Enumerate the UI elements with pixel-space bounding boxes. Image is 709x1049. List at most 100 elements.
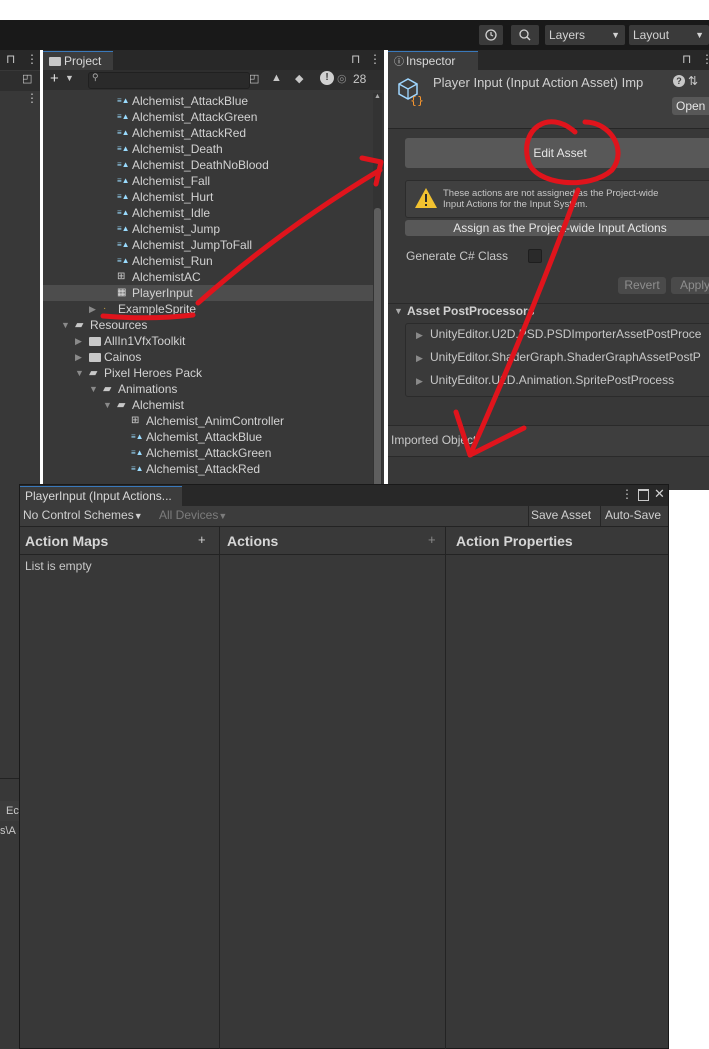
tree-item[interactable]: ▼ ▰ Resources: [43, 317, 373, 333]
tree-item[interactable]: ≡▲ Alchemist_Jump: [43, 221, 373, 237]
create-menu-icon[interactable]: ◰: [22, 72, 32, 85]
tree-item[interactable]: ≡▲ Alchemist_AttackRed: [43, 461, 373, 477]
search-input[interactable]: ⚲: [88, 72, 250, 89]
add-action-map-button[interactable]: +: [198, 532, 206, 547]
settings-sliders-icon[interactable]: ⇅: [688, 74, 698, 88]
window-title-tab[interactable]: PlayerInput (Input Actions...: [20, 486, 182, 506]
tree-item-label: Alchemist_Jump: [132, 222, 221, 236]
assign-project-wide-button[interactable]: Assign as the Project-wide Input Actions: [405, 220, 709, 236]
generate-class-label: Generate C# Class: [406, 249, 509, 263]
scrollbar[interactable]: ▲: [373, 93, 382, 490]
lock-icon[interactable]: ⊓: [6, 52, 15, 66]
animation-clip-icon: ≡▲: [117, 240, 130, 249]
add-button[interactable]: +: [50, 71, 59, 87]
layers-dropdown[interactable]: Layers ▼: [545, 25, 625, 45]
expanded-icon[interactable]: ▼: [61, 317, 75, 333]
postprocessor-item[interactable]: ▶ UnityEditor.ShaderGraph.ShaderGraphAsse…: [416, 349, 701, 365]
collapsed-icon[interactable]: ▶: [89, 301, 103, 317]
animator-controller-icon: ⊞: [117, 271, 126, 282]
devices-dropdown[interactable]: All Devices▼: [159, 508, 227, 522]
tree-item[interactable]: ▼ ▰ Alchemist: [43, 397, 373, 413]
lock-icon[interactable]: ⊓: [351, 52, 360, 66]
chevron-down-icon[interactable]: ▼: [65, 73, 74, 83]
save-asset-button[interactable]: Save Asset: [531, 508, 591, 522]
kebab-icon[interactable]: ⋮: [701, 52, 709, 66]
filter-icon[interactable]: ▲: [271, 72, 282, 84]
close-icon[interactable]: ✕: [654, 486, 665, 502]
search-button[interactable]: [511, 25, 539, 45]
tree-item[interactable]: ▼ ▰ Animations: [43, 381, 373, 397]
tree-item[interactable]: ≡▲ Alchemist_JumpToFall: [43, 237, 373, 253]
search-icon: [519, 29, 531, 41]
apply-button[interactable]: Apply: [671, 277, 709, 294]
console-tab[interactable]: Ec: [0, 801, 20, 821]
postprocessor-item[interactable]: ▶ UnityEditor.U2D.Animation.SpritePostPro…: [416, 372, 674, 388]
kebab-icon[interactable]: ⋮: [26, 52, 38, 66]
animation-clip-icon: ≡▲: [117, 176, 130, 185]
tree-item[interactable]: ≡▲ Alchemist_Run: [43, 253, 373, 269]
search-icon: ⚲: [92, 72, 99, 82]
edit-asset-button[interactable]: Edit Asset: [405, 138, 709, 168]
tab-project[interactable]: Project: [43, 51, 113, 70]
layout-dropdown[interactable]: Layout ▼: [629, 25, 709, 45]
inspector-panel: ⓘ Inspector ⊓ ⋮ {} Player Input (Input Ac…: [388, 50, 709, 490]
tree-item[interactable]: ▦ PlayerInput: [43, 285, 373, 301]
tag-icon[interactable]: ◆: [295, 72, 303, 85]
generate-class-checkbox[interactable]: [528, 249, 542, 263]
animation-clip-icon: ≡▲: [117, 128, 130, 137]
tree-item[interactable]: ≡▲ Alchemist_AttackBlue: [43, 93, 373, 109]
revert-button[interactable]: Revert: [618, 277, 666, 294]
tree-item[interactable]: ≡▲ Alchemist_AttackGreen: [43, 109, 373, 125]
project-panel: Project ⊓ ⋮ + ▼ ⚲ ◰ ▲ ◆ ! ◎ 28 ≡▲ Alchemi…: [43, 50, 384, 490]
expanded-icon[interactable]: ▼: [75, 365, 89, 381]
warning-filter-icon[interactable]: !: [320, 71, 334, 85]
open-button[interactable]: Open: [672, 97, 709, 115]
expanded-icon[interactable]: ▼: [89, 381, 103, 397]
tree-item[interactable]: ≡▲ Alchemist_Hurt: [43, 189, 373, 205]
auto-save-toggle[interactable]: Auto-Save: [605, 508, 661, 522]
eye-icon[interactable]: ◎: [337, 72, 347, 85]
tree-item[interactable]: ≡▲ Alchemist_AttackBlue: [43, 429, 373, 445]
tree-item[interactable]: ≡▲ Alchemist_Idle: [43, 205, 373, 221]
tree-item[interactable]: ≡▲ Alchemist_Death: [43, 141, 373, 157]
tree-item[interactable]: ≡▲ Alchemist_DeathNoBlood: [43, 157, 373, 173]
input-actions-window: PlayerInput (Input Actions... ⋮ ✕ No Con…: [19, 484, 669, 1049]
scroll-up-icon[interactable]: ▲: [374, 93, 381, 100]
svg-text:{}: {}: [410, 94, 424, 106]
tree-item[interactable]: ▶ AllIn1VfxToolkit: [43, 333, 373, 349]
tree-item[interactable]: ▶ Cainos: [43, 349, 373, 365]
collapsed-icon[interactable]: ▶: [75, 349, 89, 365]
add-action-button[interactable]: +: [428, 532, 436, 547]
tree-item[interactable]: ≡▲ Alchemist_Fall: [43, 173, 373, 189]
lock-icon[interactable]: ⊓: [682, 52, 691, 66]
tree-item[interactable]: ▼ ▰ Pixel Heroes Pack: [43, 365, 373, 381]
open-folder-icon: ▰: [89, 367, 98, 379]
hidden-count: 28: [353, 72, 367, 86]
animation-clip-icon: ≡▲: [117, 192, 130, 201]
kebab-icon[interactable]: ⋮: [26, 91, 38, 105]
control-schemes-dropdown[interactable]: No Control Schemes▼: [23, 508, 143, 522]
animation-clip-icon: ≡▲: [131, 464, 144, 473]
tree-item-label: Alchemist_Run: [132, 254, 213, 268]
animation-clip-icon: ≡▲: [117, 256, 130, 265]
tree-item[interactable]: ▶ · ExampleSprite: [43, 301, 373, 317]
tab-inspector[interactable]: ⓘ Inspector: [388, 51, 478, 70]
search-by-type-icon[interactable]: ◰: [249, 72, 259, 85]
postprocessors-foldout[interactable]: Asset PostProcessors: [407, 304, 534, 318]
postprocessor-item[interactable]: ▶ UnityEditor.U2D.PSD.PSDImporterAssetPos…: [416, 326, 701, 342]
history-button[interactable]: [479, 25, 503, 45]
kebab-icon[interactable]: ⋮: [621, 487, 633, 501]
tree-item[interactable]: ≡▲ Alchemist_AttackGreen: [43, 445, 373, 461]
tree-item[interactable]: ⊞ Alchemist_AnimController: [43, 413, 373, 429]
maximize-icon[interactable]: [638, 489, 649, 501]
help-icon[interactable]: ?: [673, 75, 685, 87]
tree-item[interactable]: ≡▲ Alchemist_AttackRed: [43, 125, 373, 141]
foldout-icon[interactable]: ▼: [394, 306, 403, 316]
warning-helpbox: These actions are not assigned as the Pr…: [405, 180, 709, 218]
scrollbar-thumb[interactable]: [374, 208, 381, 490]
tree-item[interactable]: ⊞ AlchemistAC: [43, 269, 373, 285]
collapsed-icon[interactable]: ▶: [75, 333, 89, 349]
kebab-icon[interactable]: ⋮: [369, 52, 381, 66]
open-folder-icon: ▰: [75, 319, 84, 331]
expanded-icon[interactable]: ▼: [103, 397, 117, 413]
